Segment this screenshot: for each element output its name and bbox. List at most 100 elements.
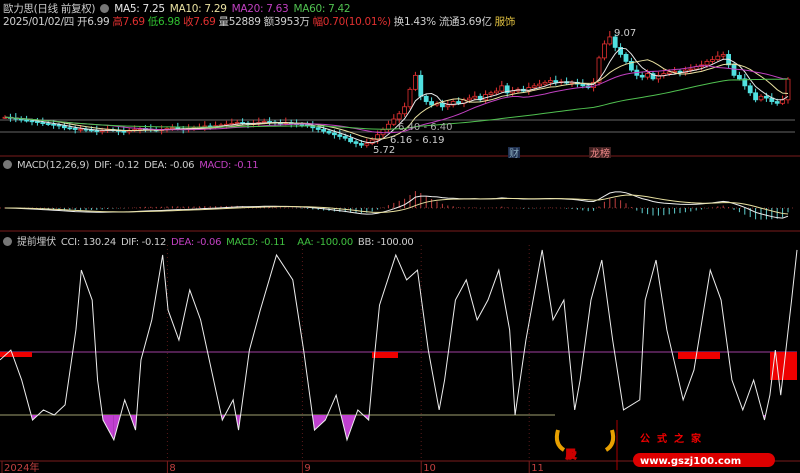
candle (758, 94, 764, 102)
candle (337, 129, 343, 140)
candle (148, 124, 154, 133)
cci-header: 提前埋伏 CCI: 130.24 DIF: -0.12 DEA: -0.06 MACD:… (3, 233, 418, 248)
candle (348, 134, 354, 144)
bb-value: BB: -100.00 (357, 237, 414, 248)
cci-pane (0, 249, 798, 442)
candle (223, 120, 229, 129)
quote-field: 收7.69 (183, 16, 216, 28)
candle (450, 98, 456, 108)
candle (623, 52, 629, 64)
grid (0, 119, 800, 462)
candle (542, 80, 548, 86)
candle (499, 80, 505, 93)
candle (423, 93, 429, 105)
candle (602, 40, 607, 61)
candle (656, 71, 661, 83)
candle (720, 51, 726, 60)
quote-field: 高7.69 (112, 16, 145, 28)
quote-line: 2025/01/02/四 开6.99 高7.69 低6.98 收7.69 量52889 额… (3, 14, 518, 29)
candle (737, 71, 742, 81)
macd-header: MACD(12,26,9) DIF: -0.12 DEA: -0.06 MACD: -… (3, 160, 263, 171)
candle (742, 73, 748, 90)
quote-field: 流通3.69亿 (438, 16, 492, 28)
x-tick-label: 10 (423, 463, 436, 473)
candle (650, 71, 656, 81)
macd-dea: DEA: -0.06 (144, 160, 195, 171)
candle (785, 77, 791, 104)
watermark-logo: 股 (566, 449, 577, 461)
low-label: 5.72 (373, 145, 395, 156)
gap-label-1: 6.40 - 6.40 (398, 122, 453, 133)
candle (731, 62, 737, 78)
cci-oversold-fill (314, 415, 326, 431)
quote-field: 额3953万 (263, 16, 310, 28)
candle (753, 88, 758, 103)
macd-name: MACD(12,26,9) (17, 160, 90, 171)
ma20-line (4, 65, 789, 134)
dea-line (4, 194, 789, 215)
candle (412, 71, 418, 92)
finance-badge-label: 财 (509, 147, 519, 160)
watermark-url: www.gszj100.com (640, 456, 741, 467)
candle (385, 120, 391, 132)
candle (353, 139, 359, 148)
dea-value: DEA: -0.06 (171, 237, 222, 248)
annotations: 9.07 6.40 - 6.40 6.16 - 6.19 5.72 财 龙榜 (373, 28, 636, 160)
candle (477, 93, 483, 102)
aa-value: AA: -100.00 (297, 237, 353, 248)
candle (629, 57, 634, 72)
settings-circle-icon[interactable] (100, 4, 110, 13)
x-axis: 2024年 8 9 10 11 (1, 461, 544, 473)
x-tick-label: 8 (169, 463, 175, 473)
candle (715, 51, 721, 62)
quote-field: 2025/01/02/四 开6.99 (3, 16, 110, 28)
cci-line (0, 249, 798, 442)
candle (256, 117, 262, 126)
signal-bar (678, 352, 720, 359)
macd-value: MACD: -0.11 (226, 237, 286, 248)
candle (35, 117, 40, 126)
x-tick-label: 2024年 (4, 461, 39, 473)
candle (364, 138, 370, 148)
candle (618, 43, 623, 58)
macd-value: MACD: -0.11 (199, 160, 259, 171)
cci-value: CCI: 130.24 (60, 237, 116, 248)
candle (747, 83, 753, 96)
cci-oversold-fill (124, 415, 136, 431)
candle (18, 116, 24, 123)
candle (607, 31, 613, 46)
candle (83, 127, 89, 133)
quote-field: 低6.98 (147, 16, 181, 28)
cci-oversold-fill (357, 415, 369, 421)
signal-bar (372, 352, 398, 358)
high-label: 9.07 (614, 28, 636, 39)
x-tick-label: 9 (304, 463, 310, 473)
quote-field: 换1.43% (393, 16, 436, 28)
candle (45, 120, 51, 126)
collapse-icon[interactable] (3, 237, 12, 246)
candle (391, 114, 397, 126)
macd-dif: DIF: -0.12 (94, 160, 140, 171)
collapse-icon[interactable] (3, 160, 12, 169)
candle (445, 100, 451, 110)
candle (769, 93, 775, 105)
candle (472, 91, 478, 101)
candle (526, 82, 532, 95)
candle (267, 117, 273, 126)
bull-horns-icon (554, 429, 616, 452)
watermark-name: 公式之家 (640, 432, 708, 445)
ma60-line (4, 78, 789, 130)
macd-pane (4, 191, 789, 220)
candle (639, 72, 645, 81)
candle (564, 77, 569, 85)
rank-badge-label: 龙榜 (590, 147, 610, 160)
candle (402, 102, 408, 117)
candle (553, 75, 559, 86)
candle (780, 95, 785, 106)
x-tick-label: 11 (531, 463, 544, 473)
candle (407, 87, 413, 110)
dif-value: DIF: -0.12 (120, 237, 167, 248)
quote-field: 幅0.70(10.01%) (312, 16, 392, 28)
watermark: 股 公式之家 www.gszj100.com (554, 420, 775, 470)
candle (710, 56, 715, 64)
